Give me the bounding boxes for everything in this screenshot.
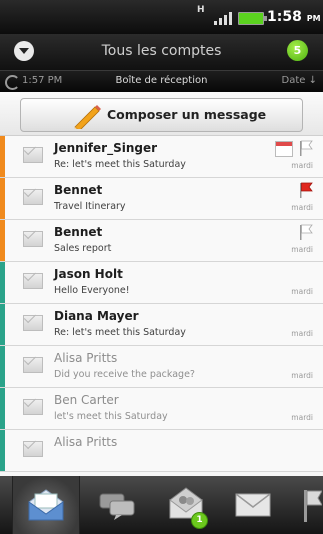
message-date: mardi	[291, 245, 313, 254]
message-sender: Jennifer_Singer	[54, 141, 158, 155]
network-type-indicator: H	[197, 5, 205, 15]
clock-time: 1:58	[267, 9, 302, 25]
message-row[interactable]: Jason Holt Hello Everyone! mardi	[0, 262, 323, 304]
message-sender: Diana Mayer	[54, 309, 139, 323]
battery-icon	[238, 12, 267, 25]
envelope-icon	[235, 493, 271, 517]
bottom-tab-bar: 1	[0, 476, 323, 534]
message-subject: Travel Itinerary	[54, 201, 126, 212]
message-row[interactable]: Ben Carter let's meet this Saturday mardi	[0, 388, 323, 430]
message-envelope-icon	[23, 357, 43, 373]
pencil-icon	[74, 105, 101, 129]
message-envelope-icon	[23, 399, 43, 415]
status-bar: H 1:58 PM	[0, 0, 323, 34]
signal-strength-icon	[214, 11, 234, 25]
account-color-bar	[0, 220, 5, 261]
tab-flagged[interactable]	[290, 476, 323, 534]
account-color-bar	[0, 178, 5, 219]
account-color-bar	[0, 136, 5, 177]
message-row[interactable]: Alisa Pritts Did you receive the package?…	[0, 346, 323, 388]
clock-ampm: PM	[306, 14, 321, 23]
compose-message-label: Composer un message	[107, 107, 267, 122]
message-sender: Jason Holt	[54, 267, 123, 281]
clock: 1:58 PM	[267, 9, 321, 25]
message-sender: Alisa Pritts	[54, 435, 118, 449]
flag-icon	[304, 490, 322, 522]
message-sender: Alisa Pritts	[54, 351, 118, 365]
message-date: mardi	[291, 287, 313, 296]
calendar-invite-icon	[275, 141, 293, 157]
message-list-area: Composer un message Jennifer_Singer Re: l…	[0, 92, 323, 476]
message-envelope-icon	[23, 231, 43, 247]
group-mail-count-badge: 1	[191, 512, 208, 529]
message-subject: Did you receive the package?	[54, 369, 195, 380]
tab-unread[interactable]	[222, 476, 284, 534]
account-color-bar	[0, 346, 5, 387]
message-date: mardi	[291, 413, 313, 422]
message-row[interactable]: Diana Mayer Re: let's meet this Saturday m…	[0, 304, 323, 346]
tab-inbox[interactable]	[12, 476, 80, 534]
message-subject: Re: let's meet this Saturday	[54, 327, 186, 338]
message-sender: Ben Carter	[54, 393, 119, 407]
account-color-bar	[0, 388, 5, 429]
message-envelope-icon	[23, 189, 43, 205]
account-color-bar	[0, 262, 5, 303]
message-envelope-icon	[23, 273, 43, 289]
message-envelope-icon	[23, 315, 43, 331]
unread-count-badge: 5	[287, 40, 308, 61]
message-subject: Re: let's meet this Saturday	[54, 159, 186, 170]
tab-conversations[interactable]	[86, 476, 148, 534]
account-title[interactable]: Tous les comptes	[0, 43, 323, 59]
open-envelope-icon	[28, 489, 64, 521]
message-row[interactable]: Jennifer_Singer Re: let's meet this Satur…	[0, 136, 323, 178]
message-subject: Hello Everyone!	[54, 285, 130, 296]
message-row[interactable]: Bennet Travel Itinerary mardi	[0, 178, 323, 220]
sort-by-date-button[interactable]: Date ↓	[282, 75, 317, 86]
message-date: mardi	[291, 371, 313, 380]
account-color-bar	[0, 304, 5, 345]
message-subject: let's meet this Saturday	[54, 411, 168, 422]
message-envelope-icon	[23, 147, 43, 163]
red-flag-icon[interactable]	[299, 182, 313, 198]
message-row[interactable]: Alisa Pritts	[0, 430, 323, 472]
chat-bubbles-icon	[99, 493, 135, 520]
message-sender: Bennet	[54, 183, 103, 197]
message-row[interactable]: Bennet Sales report mardi	[0, 220, 323, 262]
compose-message-button[interactable]: Composer un message	[20, 98, 303, 132]
compose-area: Composer un message	[0, 92, 323, 136]
message-subject: Sales report	[54, 243, 112, 254]
message-sender: Bennet	[54, 225, 103, 239]
account-color-bar	[0, 430, 5, 471]
flag-outline-icon[interactable]	[299, 140, 313, 156]
message-date: mardi	[291, 329, 313, 338]
message-envelope-icon	[23, 441, 43, 457]
folder-name[interactable]: Boîte de réception	[0, 75, 323, 86]
message-date: mardi	[291, 203, 313, 212]
account-header: Tous les comptes 5	[0, 34, 323, 70]
flag-outline-icon[interactable]	[299, 224, 313, 240]
tab-group-mail[interactable]: 1	[154, 476, 216, 534]
message-date: mardi	[291, 161, 313, 170]
folder-bar: 1:57 PM Boîte de réception Date ↓	[0, 70, 323, 93]
